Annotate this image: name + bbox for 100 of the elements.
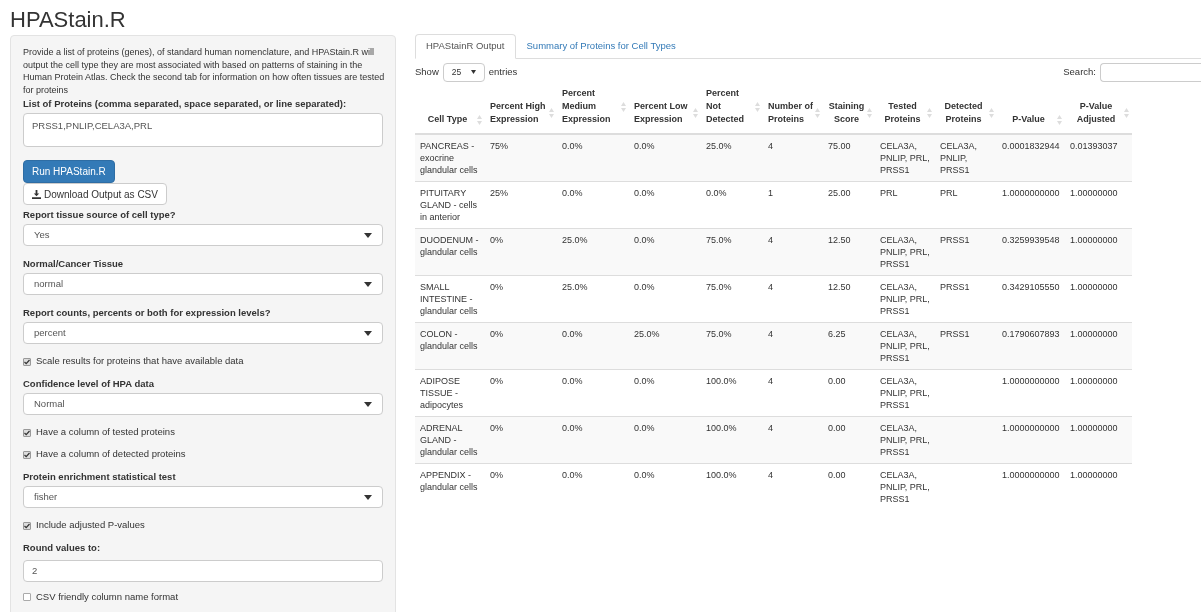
table-cell: 0.00 <box>828 470 846 480</box>
table-cell: 0.0% <box>562 376 583 386</box>
table-cell: 0.0% <box>634 282 655 292</box>
sort-icon[interactable] <box>621 101 626 112</box>
select-field[interactable]: Normal <box>23 393 383 415</box>
page-title: HPAStain.R <box>9 6 127 34</box>
field-label: Protein enrichment statistical test <box>23 471 177 483</box>
sort-icon[interactable] <box>477 114 482 125</box>
checkbox[interactable] <box>23 357 31 366</box>
column-header[interactable]: P-Value <box>1002 113 1055 126</box>
caret-icon <box>470 70 476 74</box>
table-cell: 0.0% <box>706 188 727 198</box>
download-button[interactable]: Download Output as CSV <box>23 183 167 205</box>
select-field[interactable]: normal <box>23 273 383 295</box>
table-cell: 1.00000000 <box>1070 235 1118 245</box>
field-label: Normal/Cancer Tissue <box>23 258 125 270</box>
table-cell: PRL <box>940 188 958 198</box>
column-header[interactable]: Detected Proteins <box>940 100 987 126</box>
sort-icon[interactable] <box>693 108 698 118</box>
round-values-field[interactable]: 2 <box>23 559 383 582</box>
checkbox-label: CSV friendly column name format <box>36 589 179 604</box>
column-header[interactable]: Percent High Expression <box>490 100 547 126</box>
sort-icon[interactable] <box>815 108 820 118</box>
table-cell: SMALL INTESTINE - glandular cells <box>420 282 478 316</box>
table-cell: 0.0% <box>634 141 655 151</box>
sort-icon[interactable] <box>1124 108 1129 118</box>
table-cell: 25.0% <box>634 329 660 339</box>
table-cell: 1 <box>768 188 773 198</box>
sort-icon[interactable] <box>1057 114 1062 125</box>
table-cell: 0.0% <box>562 423 583 433</box>
table-cell: 1.0000000000 <box>1002 188 1060 198</box>
caret-icon <box>364 281 372 287</box>
column-header[interactable]: Tested Proteins <box>880 100 925 126</box>
table-cell: CELA3A, PNLIP, PRL, PRSS1 <box>880 470 930 504</box>
sort-icon[interactable] <box>755 101 760 112</box>
table-cell: 4 <box>768 282 773 292</box>
table-cell: 0.0% <box>634 235 655 245</box>
sort-icon[interactable] <box>927 108 932 118</box>
table-cell: 0.00 <box>828 376 846 386</box>
checkbox[interactable] <box>23 521 31 530</box>
caret-icon <box>364 494 372 500</box>
search-label: Search: <box>1063 64 1096 79</box>
tab[interactable]: Summary of Proteins for Cell Types <box>515 34 687 59</box>
table-cell: 25.0% <box>562 235 588 245</box>
table-cell: 1.0000000000 <box>1002 470 1060 480</box>
table-cell: ADRENAL GLAND - glandular cells <box>420 423 478 457</box>
checkbox-label: Have a column of tested proteins <box>36 425 175 440</box>
table-cell: CELA3A, PNLIP, PRL, PRSS1 <box>880 423 930 457</box>
table-cell: 1.00000000 <box>1070 329 1118 339</box>
table-cell: 0.0% <box>562 329 583 339</box>
column-header[interactable]: Percent Medium Expression <box>562 87 619 126</box>
run-button[interactable]: Run HPAStain.R <box>23 160 115 183</box>
table-cell: PRL <box>880 188 898 198</box>
table-cell: 0.0% <box>562 141 583 151</box>
field-label: Round values to: <box>23 542 102 554</box>
field-label: Report counts, percents or both for expression levels? <box>23 307 272 319</box>
table-cell: 4 <box>768 376 773 386</box>
sort-icon[interactable] <box>989 108 994 118</box>
table-cell: 12.50 <box>828 235 851 245</box>
description-text: Provide a list of proteins (genes), of standard human nomenclature, and HPAStain.R will output the cell type they are most associated with based on patterns of staining in the Human Protein Atlas. Check the second tab for information on how often tissues are tested for proteins <box>23 46 386 96</box>
table-cell: COLON - glandular cells <box>420 329 478 351</box>
table-cell: 100.0% <box>706 470 737 480</box>
checkbox-label: Include adjusted P-values <box>36 518 145 533</box>
select-value: normal <box>34 276 64 291</box>
column-header[interactable]: Cell Type <box>420 113 475 126</box>
checkbox[interactable] <box>23 593 31 601</box>
table-cell: 100.0% <box>706 376 737 386</box>
table-cell: PRSS1 <box>940 235 970 245</box>
checkbox[interactable] <box>23 428 31 437</box>
table-cell: 25.0% <box>706 141 732 151</box>
column-header[interactable]: Percent Low Expression <box>634 100 691 126</box>
sort-icon[interactable] <box>867 108 872 118</box>
column-header[interactable]: P-Value Adjusted <box>1070 100 1122 126</box>
protein-list-field[interactable]: PRSS1,PNLIP,CELA3A,PRL <box>23 113 383 147</box>
column-header[interactable]: Percent Not Detected <box>706 87 753 126</box>
select-value: percent <box>34 325 66 340</box>
table-cell: 1.00000000 <box>1070 188 1118 198</box>
field-label: Confidence level of HPA data <box>23 378 155 390</box>
checkbox[interactable] <box>23 450 31 459</box>
table-cell: 4 <box>768 423 773 433</box>
select-field[interactable]: percent <box>23 322 383 344</box>
table-cell: PRSS1 <box>940 282 970 292</box>
select-field[interactable]: Yes <box>23 224 383 246</box>
table-cell: 75% <box>490 141 508 151</box>
table-cell: CELA3A, PNLIP, PRL, PRSS1 <box>880 329 930 363</box>
select-value: fisher <box>34 489 58 504</box>
entries-select[interactable]: 25 <box>442 62 485 82</box>
table-cell: CELA3A, PNLIP, PRL, PRSS1 <box>880 235 930 269</box>
table-cell: 1.0000000000 <box>1002 423 1060 433</box>
sort-icon[interactable] <box>549 108 554 118</box>
checkbox-label: Scale results for proteins that have available data <box>36 354 244 369</box>
table-cell: 1.00000000 <box>1070 282 1118 292</box>
search-field[interactable] <box>1100 62 1201 82</box>
table-cell: 0% <box>490 282 503 292</box>
select-field[interactable]: fisher <box>23 486 383 508</box>
column-header[interactable]: Number of Proteins <box>768 100 813 126</box>
column-header[interactable]: Staining Score <box>828 100 865 126</box>
select-value: 25 <box>451 65 462 79</box>
tab[interactable]: HPAStainR Output <box>415 34 516 59</box>
table-cell: CELA3A, PNLIP, PRL, PRSS1 <box>880 376 930 410</box>
